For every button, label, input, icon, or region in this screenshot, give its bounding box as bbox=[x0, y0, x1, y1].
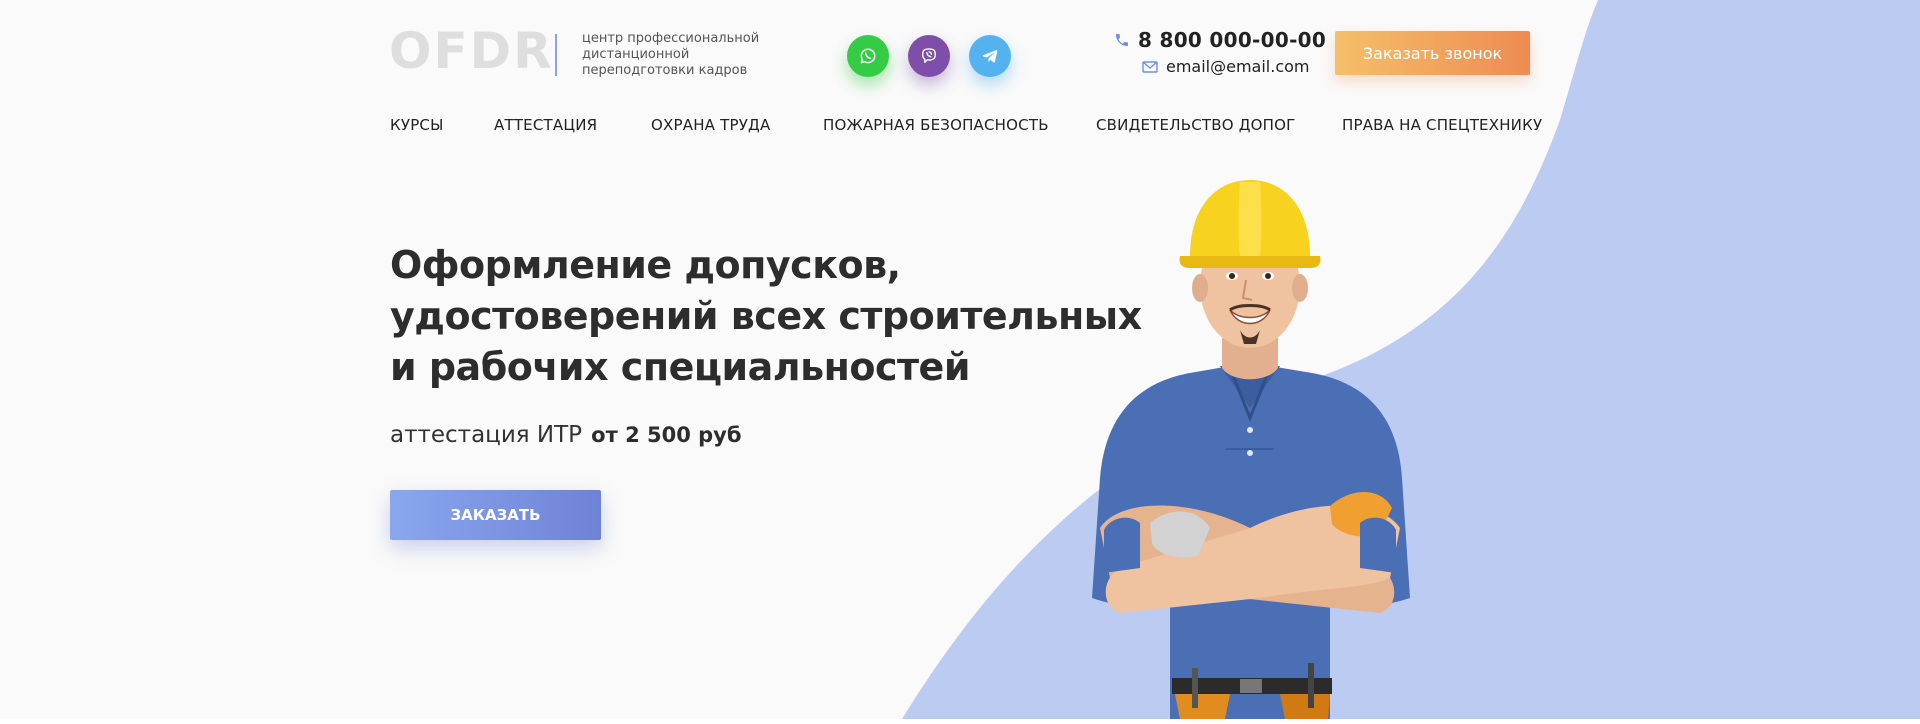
nav-item-fire-safety[interactable]: ПОЖАРНАЯ БЕЗОПАСНОСТЬ bbox=[823, 116, 1049, 134]
nav-item-courses[interactable]: КУРСЫ bbox=[390, 116, 444, 134]
order-button[interactable]: ЗАКАЗАТЬ bbox=[390, 490, 601, 540]
whatsapp-button[interactable] bbox=[847, 35, 889, 77]
logo-divider bbox=[555, 34, 557, 76]
whatsapp-icon bbox=[860, 48, 876, 64]
nav-item-special-machinery[interactable]: ПРАВА НА СПЕЦТЕХНИКУ bbox=[1342, 116, 1542, 134]
hero-subtitle: аттестация ИТР от 2 500 руб bbox=[390, 422, 742, 448]
hero-title-line: удостоверений всех строительных bbox=[390, 294, 1142, 338]
landing-page: OFDR центр профессиональной дистанционно… bbox=[0, 0, 1920, 724]
main-nav: КУРСЫ АТТЕСТАЦИЯ ОХРАНА ТРУДА ПОЖАРНАЯ Б… bbox=[390, 116, 1542, 136]
section-divider bbox=[0, 719, 1920, 724]
phone-icon bbox=[1116, 34, 1128, 46]
viber-button[interactable] bbox=[908, 35, 950, 77]
request-callback-button[interactable]: Заказать звонок bbox=[1335, 31, 1530, 75]
hero-title: Оформление допусков, удостоверений всех … bbox=[390, 240, 1142, 393]
telegram-button[interactable] bbox=[969, 35, 1011, 77]
phone-contact[interactable]: 8 800 000-00-00 bbox=[1114, 28, 1326, 52]
hero-subtitle-text: аттестация ИТР bbox=[390, 422, 583, 448]
phone-number[interactable]: 8 800 000-00-00 bbox=[1138, 28, 1326, 52]
hero-title-line: и рабочих специальностей bbox=[390, 345, 970, 389]
worker-photo bbox=[1092, 180, 1410, 719]
hero-price: от 2 500 руб bbox=[591, 423, 742, 447]
tagline: центр профессиональной дистанционной пер… bbox=[582, 31, 760, 78]
mail-icon bbox=[1142, 60, 1158, 73]
nav-item-labor-safety[interactable]: ОХРАНА ТРУДА bbox=[651, 116, 770, 134]
email-contact[interactable]: email@email.com bbox=[1142, 57, 1310, 76]
telegram-icon bbox=[982, 50, 998, 63]
nav-item-attestation[interactable]: АТТЕСТАЦИЯ bbox=[494, 116, 597, 134]
nav-item-dopog[interactable]: СВИДЕТЕЛЬСТВО ДОПОГ bbox=[1096, 116, 1295, 134]
viber-icon bbox=[922, 48, 936, 63]
hero-title-line: Оформление допусков, bbox=[390, 243, 901, 287]
email-address[interactable]: email@email.com bbox=[1166, 57, 1310, 76]
logo[interactable]: OFDR bbox=[389, 22, 554, 80]
